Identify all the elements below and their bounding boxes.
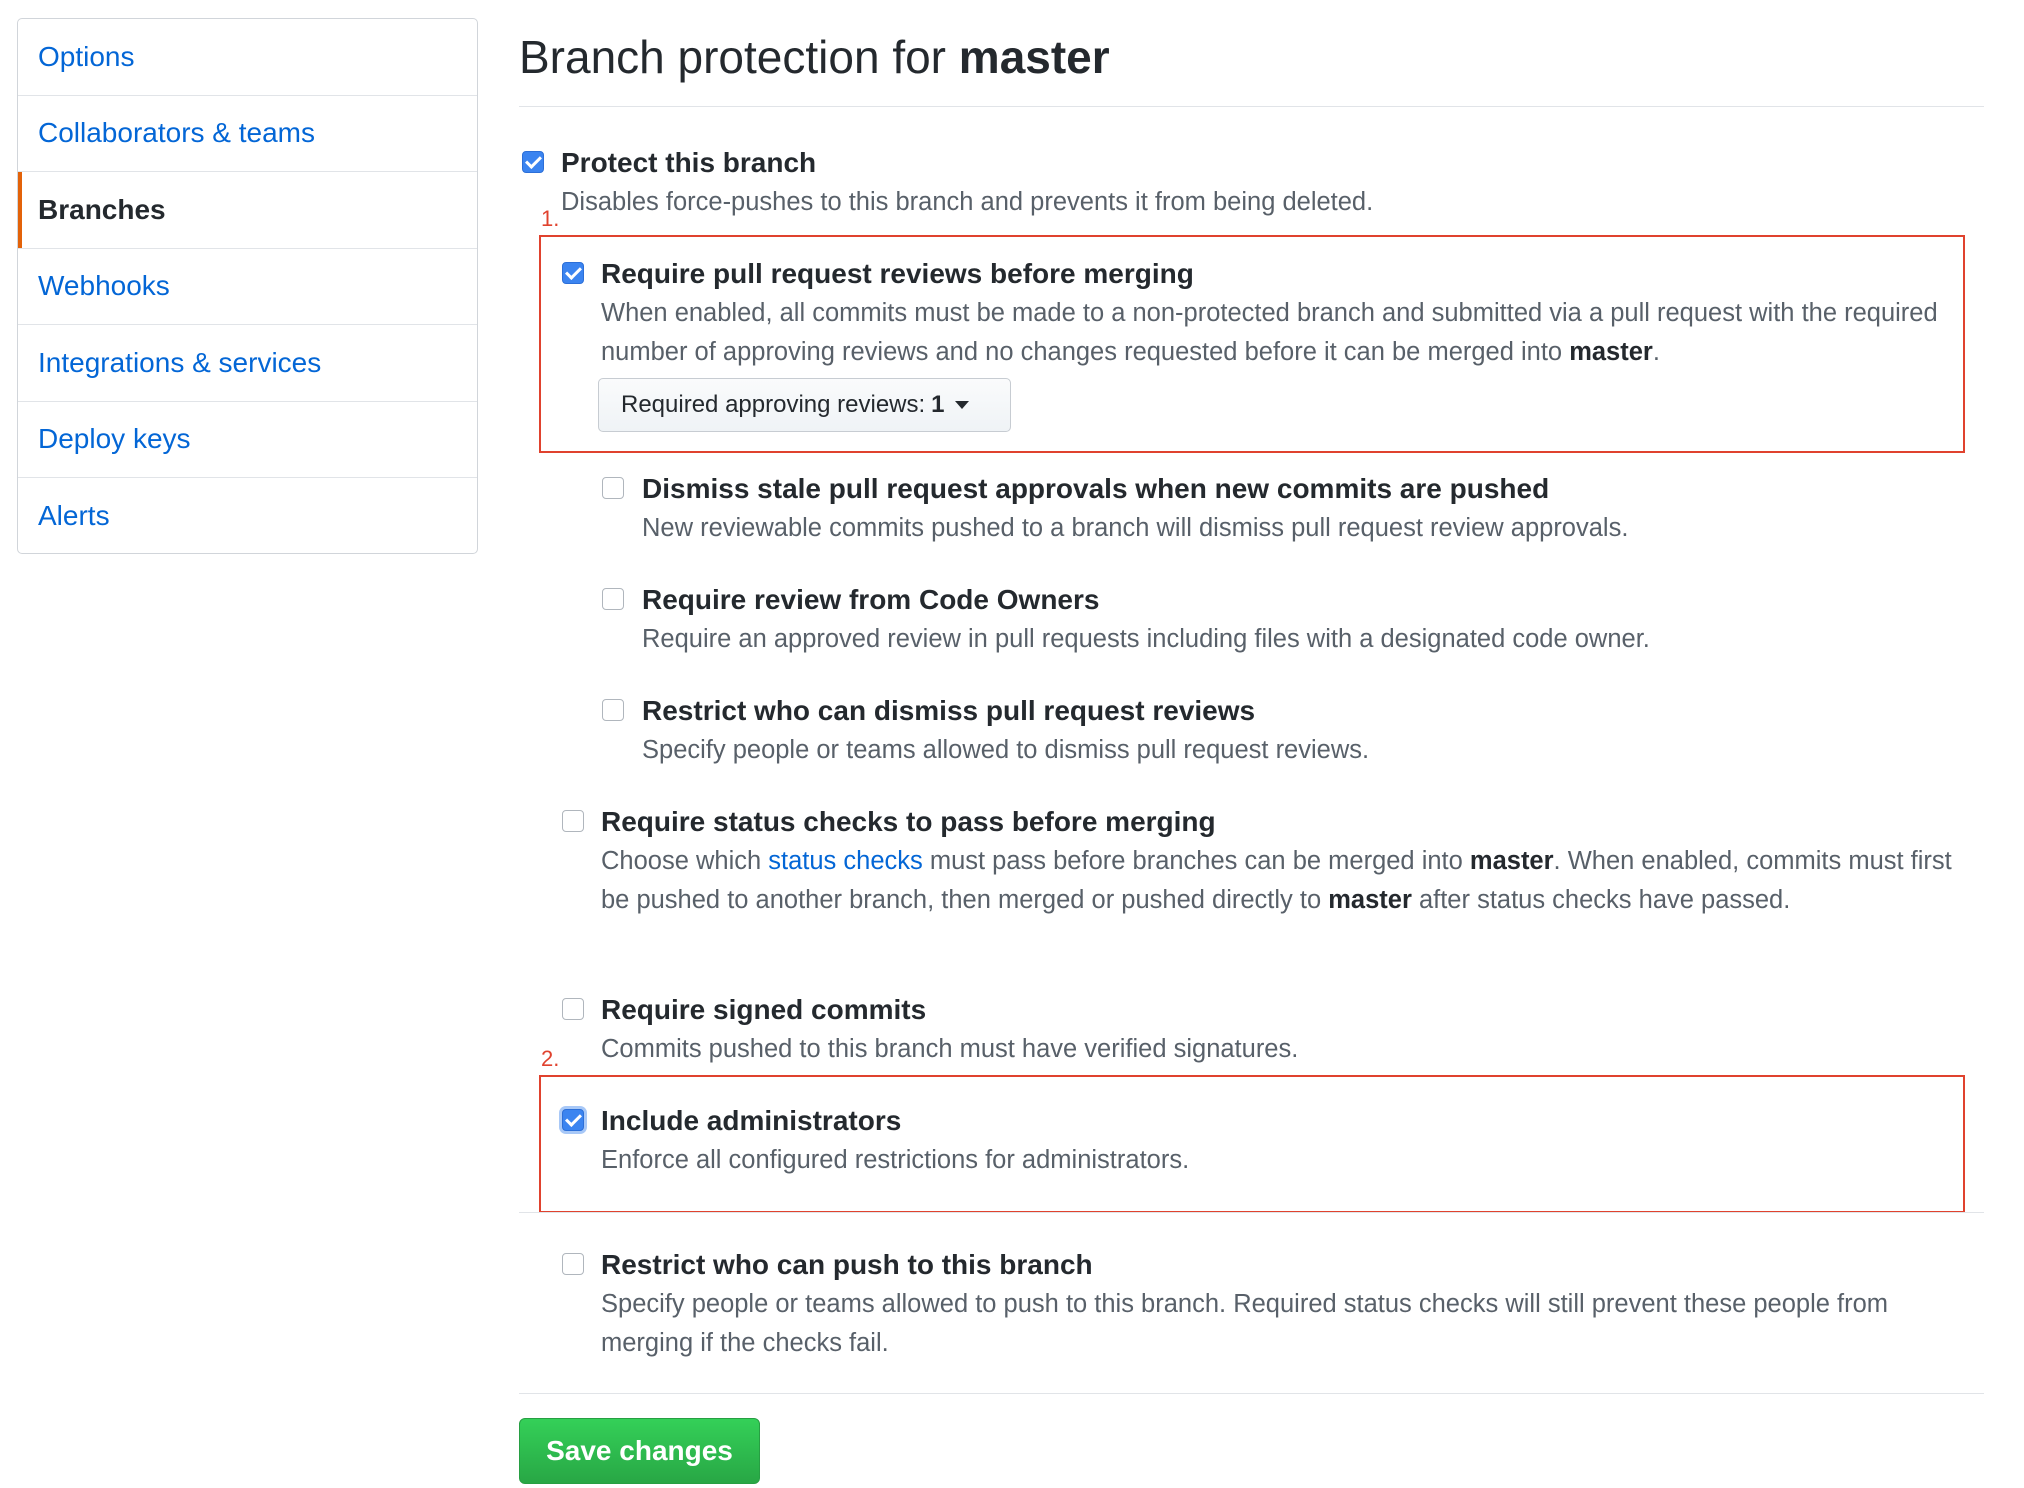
- annotation-label-2: 2.: [541, 1046, 560, 1071]
- include-admins-checkbox[interactable]: [562, 1109, 584, 1131]
- require-reviews-desc: When enabled, all commits must be made t…: [601, 294, 1951, 371]
- page-title-prefix: Branch protection for: [519, 31, 959, 83]
- caret-down-icon: [954, 401, 969, 409]
- save-changes-button[interactable]: Save changes: [519, 1418, 760, 1484]
- title-divider: [519, 106, 1984, 107]
- status-checks-link[interactable]: status checks: [768, 847, 922, 875]
- require-reviews-checkbox[interactable]: [562, 262, 584, 284]
- section-divider: [519, 1212, 1984, 1213]
- require-reviews-title: Require pull request reviews before merg…: [601, 258, 1194, 289]
- check-icon: [524, 152, 542, 169]
- status-checks-title: Require status checks to pass before mer…: [601, 806, 1216, 837]
- status-checks-desc-branch-1: master: [1469, 847, 1554, 875]
- include-admins-desc: Enforce all configured restrictions for …: [601, 1146, 1190, 1174]
- status-checks-desc: Choose which status checks must pass bef…: [601, 842, 1966, 919]
- dismiss-stale-option: Dismiss stale pull request approvals whe…: [642, 469, 1628, 548]
- sidebar-item-branches[interactable]: Branches: [18, 172, 477, 249]
- required-reviews-select-value: 1: [931, 391, 945, 418]
- code-owners-checkbox[interactable]: [602, 588, 624, 610]
- protect-branch-checkbox[interactable]: [522, 151, 544, 173]
- check-icon: [564, 263, 582, 280]
- require-reviews-desc-branch: master: [1569, 337, 1653, 366]
- settings-sidebar: Options Collaborators & teams Branches W…: [17, 18, 478, 554]
- page-title: Branch protection for master: [519, 24, 1110, 90]
- sidebar-item-options[interactable]: Options: [18, 19, 477, 96]
- include-admins-title: Include administrators: [601, 1105, 902, 1136]
- protect-branch-title: Protect this branch: [561, 147, 817, 178]
- page-title-branch: master: [958, 31, 1110, 83]
- status-checks-desc-d: after status checks have passed.: [1411, 885, 1791, 914]
- required-reviews-select-label: Required approving reviews:: [621, 391, 926, 418]
- restrict-push-checkbox[interactable]: [562, 1253, 584, 1275]
- status-checks-desc-b: must pass before branches can be merged …: [922, 847, 1470, 875]
- signed-commits-desc: Commits pushed to this branch must have …: [601, 1035, 1299, 1063]
- sidebar-item-webhooks[interactable]: Webhooks: [18, 249, 477, 325]
- protect-branch-desc: Disables force-pushes to this branch and…: [561, 188, 1374, 216]
- annotation-label-1: 1.: [541, 206, 560, 231]
- status-checks-desc-a: Choose which: [601, 847, 769, 875]
- include-admins-option: Include administrators Enforce all confi…: [601, 1101, 1189, 1180]
- restrict-dismiss-title: Restrict who can dismiss pull request re…: [642, 695, 1256, 726]
- sidebar-item-integrations-services[interactable]: Integrations & services: [18, 325, 477, 402]
- check-icon: [564, 1110, 582, 1127]
- require-reviews-option: Require pull request reviews before merg…: [601, 254, 1951, 371]
- require-reviews-desc-text: When enabled, all commits must be made t…: [601, 299, 1938, 366]
- status-checks-option: Require status checks to pass before mer…: [601, 802, 1966, 919]
- required-reviews-select[interactable]: Required approving reviews: 1: [598, 378, 1011, 432]
- dismiss-stale-checkbox[interactable]: [602, 477, 624, 499]
- sidebar-item-deploy-keys[interactable]: Deploy keys: [18, 402, 477, 478]
- restrict-push-option: Restrict who can push to this branch Spe…: [601, 1245, 1971, 1362]
- status-checks-checkbox[interactable]: [562, 810, 584, 832]
- require-reviews-desc-end: .: [1652, 337, 1660, 366]
- footer-divider: [519, 1393, 1984, 1394]
- code-owners-desc: Require an approved review in pull reque…: [642, 625, 1650, 653]
- sidebar-item-alerts[interactable]: Alerts: [18, 478, 477, 553]
- dismiss-stale-title: Dismiss stale pull request approvals whe…: [642, 473, 1550, 504]
- signed-commits-title: Require signed commits: [601, 994, 927, 1025]
- restrict-dismiss-checkbox[interactable]: [602, 699, 624, 721]
- restrict-push-desc: Specify people or teams allowed to push …: [601, 1290, 1889, 1357]
- status-checks-desc-branch-2: master: [1328, 885, 1412, 914]
- restrict-dismiss-desc: Specify people or teams allowed to dismi…: [642, 736, 1370, 764]
- restrict-dismiss-option: Restrict who can dismiss pull request re…: [642, 691, 1369, 770]
- signed-commits-checkbox[interactable]: [562, 998, 584, 1020]
- protect-branch-option: Protect this branch Disables force-pushe…: [561, 143, 1373, 222]
- code-owners-title: Require review from Code Owners: [642, 584, 1100, 615]
- signed-commits-option: Require signed commits Commits pushed to…: [601, 990, 1298, 1069]
- dismiss-stale-desc: New reviewable commits pushed to a branc…: [642, 514, 1629, 542]
- restrict-push-title: Restrict who can push to this branch: [601, 1249, 1093, 1280]
- code-owners-option: Require review from Code Owners Require …: [642, 580, 1650, 659]
- sidebar-item-collaborators-teams[interactable]: Collaborators & teams: [18, 96, 477, 172]
